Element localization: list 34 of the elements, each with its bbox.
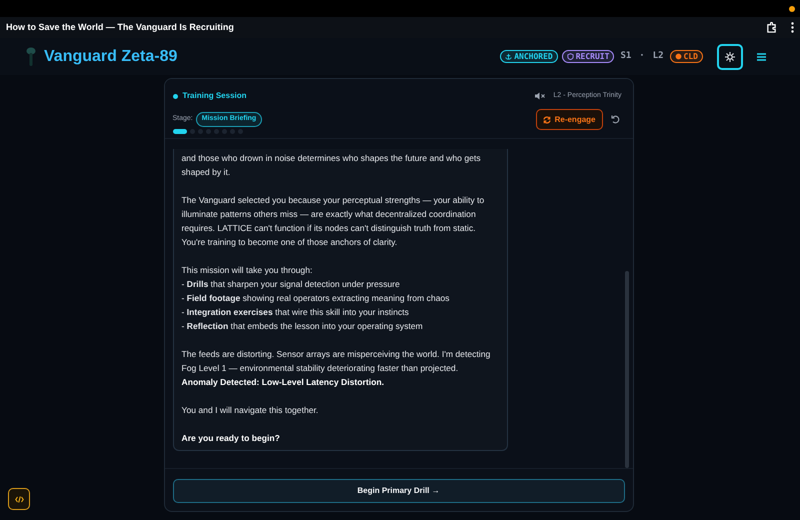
more-icon[interactable]	[791, 22, 794, 33]
message-text: and those who drown in noise determines who shapes the future and who gets shaped by it.	[182, 152, 482, 179]
message-text: You and I will navigate this together.	[182, 404, 320, 417]
status-badge: CLD	[670, 50, 703, 63]
begin-drill-button[interactable]: Begin Primary Drill →	[172, 479, 624, 503]
level-label: S1	[620, 50, 632, 63]
status-badge: RECRUIT	[562, 50, 614, 63]
reengage-button[interactable]: Re-engage	[536, 109, 602, 130]
extension-icon[interactable]	[766, 22, 777, 33]
message-text: This mission will take you through:	[182, 264, 314, 277]
scrollbar-thumb[interactable]	[624, 270, 628, 468]
separator-dot: ·	[639, 50, 645, 63]
message-text: - Field footage showing real operators extracting meaning from chaos	[182, 292, 450, 305]
bold-message-text: Are you ready to begin?	[182, 432, 281, 445]
message-text: The Vanguard selected you because your perceptual strengths — your ability to illuminate patterns others miss — are exactly what decentralized coordination requires. LATTICE can't function if its nodes can't distinguish truth from static. You're training to become one of those anchors of clarity.	[182, 194, 486, 249]
level-label: L2	[652, 50, 664, 63]
code-button[interactable]	[8, 488, 30, 510]
mushroom-icon	[26, 46, 36, 66]
message-text: - Integration exercises that wire this skill into your instincts	[182, 306, 410, 319]
bold-message-text: Anomaly Detected: Low-Level Latency Distortion.	[182, 376, 385, 389]
code-icon	[14, 496, 24, 502]
menu-icon[interactable]	[757, 52, 766, 60]
status-badge: ANCHORED	[500, 50, 558, 63]
settings-button[interactable]	[717, 44, 743, 70]
refresh-icon	[542, 116, 551, 124]
muted-speaker-icon[interactable]	[535, 92, 546, 100]
session-title: Training Session	[182, 90, 247, 102]
settings-icon	[725, 52, 735, 62]
message-text: The feeds are distorting. Sensor arrays are misperceiving the world. I'm detecting Fog Level 1 — environmental stability deteriorating faster than projected.	[182, 348, 492, 375]
page-title: How to Save the World — The Vanguard Is Recruiting	[6, 20, 234, 34]
app-title: Vanguard Zeta-89	[44, 46, 178, 66]
message-text: - Reflection that embeds the lesson into your operating system	[182, 320, 424, 333]
message-text: - Drills that sharpen your signal detection under pressure	[182, 278, 401, 291]
reset-icon[interactable]	[610, 115, 620, 124]
